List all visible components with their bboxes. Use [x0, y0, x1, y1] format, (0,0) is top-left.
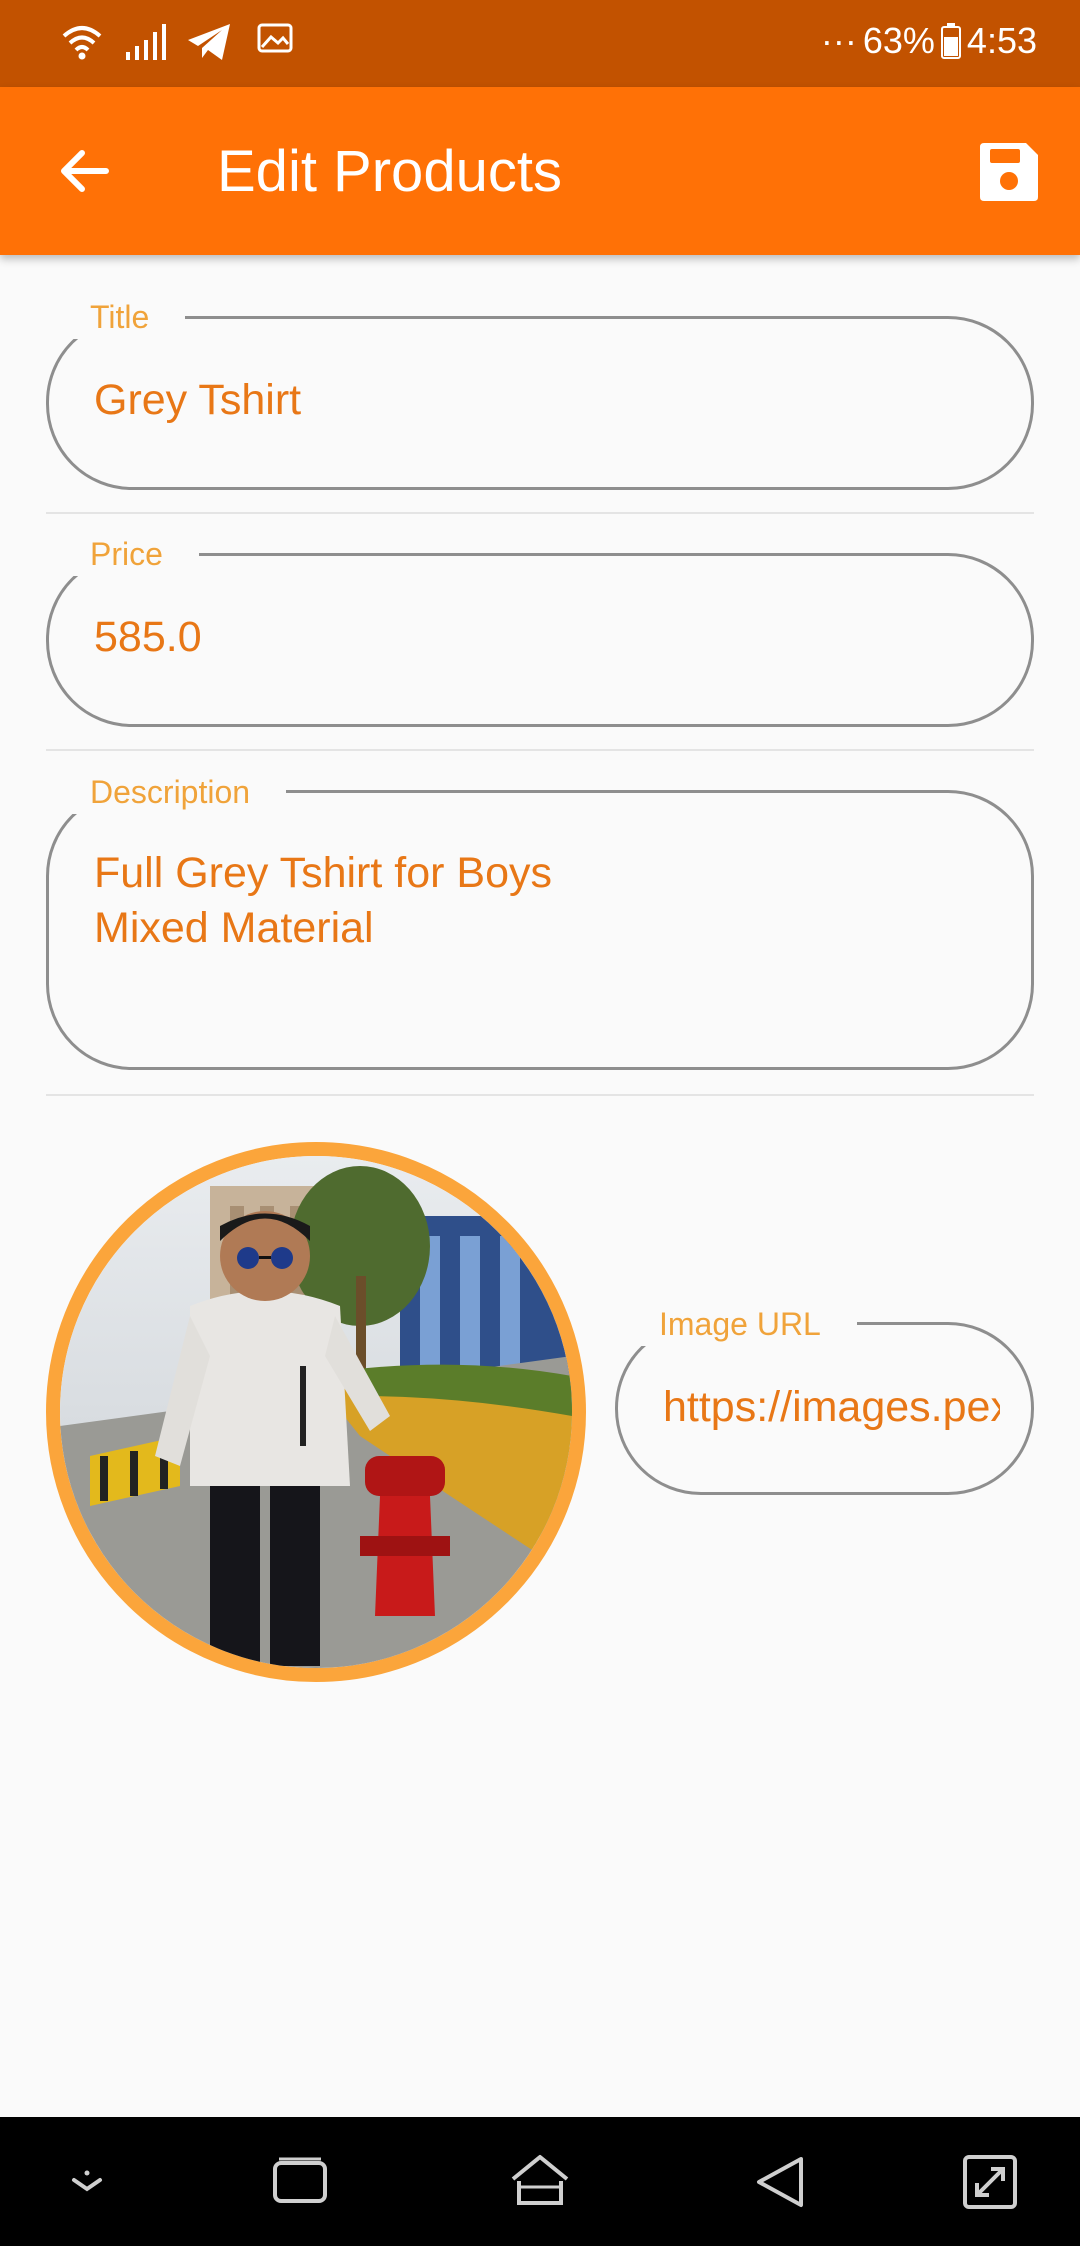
gallery-icon — [257, 23, 293, 53]
price-label: Price — [54, 532, 199, 576]
title-input[interactable]: Grey Tshirt — [94, 373, 1000, 428]
title-field[interactable]: Title Grey Tshirt — [46, 295, 1034, 490]
floppy-disk-icon — [980, 143, 1038, 201]
title-label: Title — [54, 295, 186, 339]
telegram-icon — [188, 24, 230, 60]
status-bar: ··· 63% 4:53 — [0, 0, 1080, 87]
back-button[interactable] — [50, 137, 118, 205]
divider — [46, 512, 1034, 514]
price-field[interactable]: Price 585.0 — [46, 532, 1034, 727]
back-icon — [757, 2157, 803, 2207]
description-input[interactable]: Full Grey Tshirt for Boys Mixed Material — [94, 846, 1000, 956]
back-nav-button[interactable] — [745, 2147, 815, 2217]
price-input[interactable]: 585.0 — [94, 610, 1000, 665]
hide-keyboard-icon — [72, 2170, 102, 2192]
product-photo — [60, 1156, 572, 1668]
recents-button[interactable] — [265, 2147, 335, 2217]
recents-icon — [273, 2157, 327, 2203]
image-url-field[interactable]: Image URL https://images.pexels.com — [615, 1302, 1034, 1495]
page-title: Edit Products — [217, 139, 562, 204]
signal-icon — [126, 24, 166, 60]
description-field[interactable]: Description Full Grey Tshirt for Boys Mi… — [46, 770, 1034, 1070]
screenshot-icon — [963, 2155, 1017, 2209]
app-bar: Edit Products — [0, 87, 1080, 255]
overflow-indicator: ··· — [820, 20, 857, 61]
arrow-left-icon — [61, 150, 109, 192]
home-icon — [511, 2155, 569, 2205]
save-button[interactable] — [978, 141, 1040, 203]
navigation-bar — [0, 2117, 1080, 2246]
wifi-icon — [62, 26, 102, 60]
clock: 4:53 — [966, 20, 1037, 61]
hide-keyboard-button[interactable] — [52, 2147, 122, 2217]
image-url-label: Image URL — [623, 1302, 857, 1346]
home-button[interactable] — [505, 2147, 575, 2217]
divider — [46, 749, 1034, 751]
product-image-preview — [46, 1142, 586, 1682]
status-right: ··· 63% 4:53 — [821, 20, 1037, 62]
description-label: Description — [54, 770, 287, 814]
screenshot-button[interactable] — [955, 2147, 1025, 2217]
battery-percent: 63% — [862, 20, 935, 61]
divider — [46, 1094, 1034, 1096]
battery-icon — [940, 23, 961, 59]
image-url-input[interactable]: https://images.pexels.com — [663, 1380, 1000, 1435]
